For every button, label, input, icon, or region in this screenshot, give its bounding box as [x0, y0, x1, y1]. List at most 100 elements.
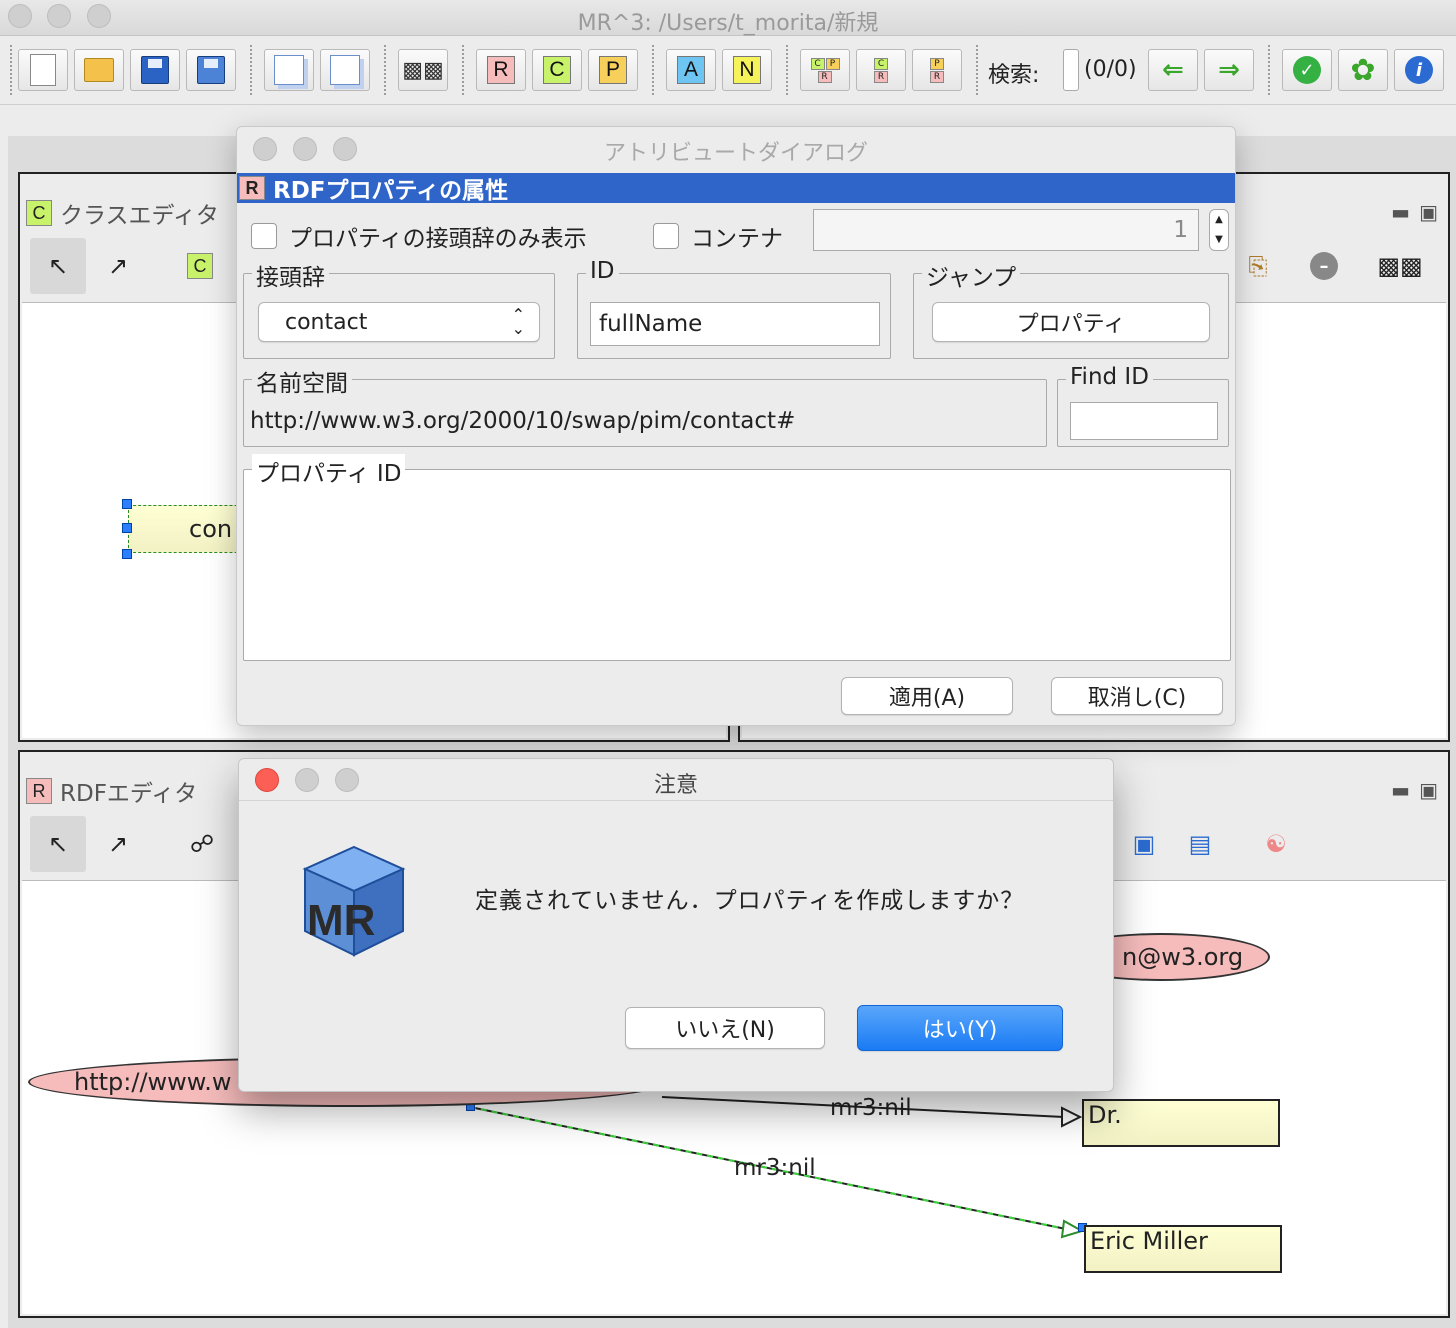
edge-label[interactable]: mr3:nil	[830, 1095, 912, 1121]
mini-p: P	[930, 57, 944, 70]
rdf-editor-button[interactable]: R	[476, 49, 526, 91]
attribute-dialog-title: アトリビュートダイアログ	[603, 141, 868, 166]
rdf-property-header: R RDFプロパティの属性	[237, 173, 1235, 204]
apply-button[interactable]: 適用(A)	[841, 677, 1013, 715]
binoculars-icon: ▩▩	[402, 57, 444, 83]
paste-tool[interactable]: ⎘	[1230, 238, 1286, 294]
select-tool[interactable]: ↖	[30, 238, 86, 294]
export-button[interactable]	[320, 49, 370, 91]
new-file-button[interactable]	[18, 49, 68, 91]
ungroup-tool[interactable]: ▤	[1172, 816, 1228, 872]
find-tool[interactable]: ▩▩	[1372, 238, 1428, 294]
mini-r: R	[874, 70, 888, 83]
property-id-list[interactable]	[246, 486, 1228, 658]
cancel-button[interactable]: 取消し(C)	[1051, 677, 1223, 715]
pointer-move-icon: ↖	[47, 830, 69, 858]
container-number-field[interactable]: 1	[813, 209, 1199, 251]
combo-pr-button[interactable]: P R	[912, 49, 962, 91]
find-id-group-label: Find ID	[1066, 364, 1153, 390]
maximize-frame-icon[interactable]: ▣	[1419, 200, 1438, 224]
save-disk-icon	[141, 56, 169, 84]
cpr-icon: C P R	[810, 57, 840, 83]
id-group-label: ID	[586, 258, 619, 284]
cr-icon: C R	[874, 57, 888, 83]
toolbar-separator	[1268, 45, 1271, 95]
container-checkbox[interactable]	[653, 223, 679, 249]
remove-icon: –	[1310, 252, 1338, 280]
prefix-group: 接頭辞 contact ⌃ ⌄	[243, 258, 555, 359]
prefix-select[interactable]: contact ⌃ ⌄	[258, 302, 540, 342]
attribute-dialog-button[interactable]: A	[666, 49, 716, 91]
mini-c: C	[874, 57, 888, 70]
select-tool[interactable]: ↖	[30, 816, 86, 872]
alert-title: 注意	[653, 773, 698, 798]
prefix-group-label: 接頭辞	[252, 258, 329, 292]
connect-tool[interactable]: ↗	[90, 816, 146, 872]
container-stepper[interactable]: ▲ ▼	[1209, 209, 1229, 251]
group-tool[interactable]: ▣	[1116, 816, 1172, 872]
letter-r-icon: R	[487, 56, 515, 84]
selection-handle[interactable]	[122, 499, 132, 509]
id-input[interactable]: fullName	[590, 302, 880, 346]
mini-r: R	[817, 70, 832, 83]
property-id-group: プロパティ ID	[243, 454, 1231, 661]
search-input[interactable]	[1063, 49, 1079, 91]
combo-cpr-button[interactable]: C P R	[800, 49, 850, 91]
literal-node-dr[interactable]: Dr.	[1082, 1099, 1280, 1147]
edge-label[interactable]: mr3:nil	[734, 1155, 816, 1181]
layout-tool[interactable]: ☯	[1248, 816, 1304, 872]
combo-cr-button[interactable]: C R	[856, 49, 906, 91]
minimize-frame-icon[interactable]: ▬	[1391, 200, 1410, 224]
pr-icon: P R	[930, 57, 944, 83]
minimize-frame-icon[interactable]: ▬	[1391, 778, 1410, 802]
connect-arrow-icon: ↗	[107, 830, 129, 858]
check-icon: ✓	[1293, 56, 1321, 84]
import-button[interactable]	[264, 49, 314, 91]
save-as-button[interactable]	[186, 49, 236, 91]
class-insert-icon: C	[187, 253, 213, 279]
literal-node-eric[interactable]: Eric Miller	[1084, 1225, 1282, 1273]
updown-chevron-icon: ⌃ ⌄	[511, 305, 525, 338]
letter-n-icon: N	[733, 56, 761, 84]
container-row[interactable]: コンテナ	[653, 219, 783, 253]
letter-p-icon: P	[599, 56, 627, 84]
dr-node-label: Dr.	[1088, 1101, 1122, 1129]
maximize-frame-icon[interactable]: ▣	[1419, 778, 1438, 802]
link-icon: ☍	[189, 830, 215, 858]
property-editor-button[interactable]: P	[588, 49, 638, 91]
find-id-input[interactable]	[1070, 402, 1218, 440]
yes-button[interactable]: はい(Y)	[857, 1005, 1063, 1051]
plugin-button[interactable]: ✿	[1338, 49, 1388, 91]
info-button[interactable]: i	[1394, 49, 1444, 91]
validate-button[interactable]: ✓	[1282, 49, 1332, 91]
no-button[interactable]: いいえ(N)	[625, 1007, 825, 1049]
logo-text: MR	[307, 896, 375, 945]
jump-group-label: ジャンプ	[922, 258, 1021, 292]
find-id-group: Find ID	[1057, 364, 1229, 447]
selection-handle[interactable]	[122, 523, 132, 533]
paste-icon: ⎘	[1248, 252, 1268, 280]
show-prefix-only-checkbox[interactable]	[251, 223, 277, 249]
search-next-button[interactable]: ⇒	[1204, 49, 1254, 91]
import-icon	[274, 55, 304, 85]
link-tool[interactable]: ☍	[174, 816, 230, 872]
search-previous-button[interactable]: ⇐	[1148, 49, 1198, 91]
alert-titlebar: 注意	[239, 759, 1113, 801]
connect-tool[interactable]: ↗	[90, 238, 146, 294]
confirm-create-property-dialog: 注意 MR 定義されていません．プロパティを作成しますか？ いいえ(N) はい(…	[238, 758, 1114, 1092]
namespace-table-button[interactable]: N	[722, 49, 772, 91]
namespace-group-label: 名前空間	[252, 364, 352, 398]
rdf-property-header-text: RDFプロパティの属性	[273, 178, 509, 204]
save-button[interactable]	[130, 49, 180, 91]
alert-message: 定義されていません．プロパティを作成しますか？	[475, 888, 1025, 914]
toolbar-grip	[10, 45, 13, 95]
show-prefix-only-row[interactable]: プロパティの接頭辞のみ表示	[251, 219, 587, 253]
remove-tool[interactable]: –	[1296, 238, 1352, 294]
class-editor-button[interactable]: C	[532, 49, 582, 91]
jump-property-button[interactable]: プロパティ	[932, 302, 1210, 342]
open-file-button[interactable]	[74, 49, 124, 91]
selection-handle[interactable]	[122, 549, 132, 559]
insert-class-tool[interactable]: C	[172, 238, 228, 294]
rdf-editor-title-text: RDFエディタ	[60, 781, 198, 807]
find-resource-button[interactable]: ▩▩	[398, 49, 448, 91]
